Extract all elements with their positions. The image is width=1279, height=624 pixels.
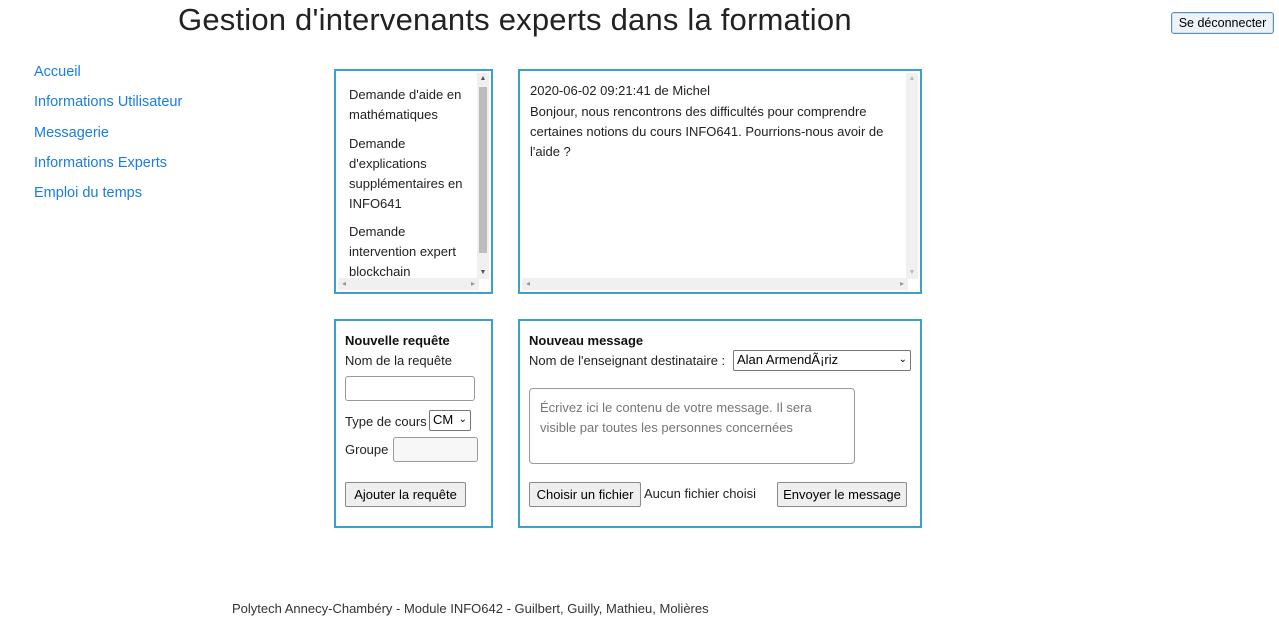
add-request-button[interactable]: Ajouter la requête [345,482,466,507]
nav-link-messagerie[interactable]: Messagerie [34,124,182,154]
message-view-panel: 2020-06-02 09:21:41 de Michel Bonjour, n… [518,69,922,294]
group-input[interactable] [393,437,478,462]
request-list-item[interactable]: Demande intervention expert blockchain [349,222,474,282]
course-type-value: CM [433,412,454,427]
scroll-right-icon[interactable]: ▸ [467,278,479,290]
course-type-label: Type de cours [345,414,427,429]
new-message-title: Nouveau message [529,333,644,348]
group-label: Groupe [345,442,389,457]
nav-link-informations-experts[interactable]: Informations Experts [34,154,182,184]
request-name-label: Nom de la requête [345,353,452,368]
file-status: Aucun fichier choisi [644,486,756,501]
vertical-scrollbar[interactable]: ▲ ▼ [906,73,918,279]
chevron-down-icon: ⌄ [458,414,467,425]
footer-text: Polytech Annecy-Chambéry - Module INFO64… [232,601,709,616]
nav-link-accueil[interactable]: Accueil [34,63,182,93]
message-textarea[interactable]: Écrivez ici le contenu de votre message.… [529,388,855,464]
new-message-form: Nouveau message Nom de l'enseignant dest… [518,319,922,528]
vertical-scrollbar[interactable]: ▲ ▼ [477,73,489,279]
scroll-left-icon[interactable]: ◂ [338,278,350,290]
logout-button[interactable]: Se déconnecter [1171,12,1274,34]
chevron-down-icon: ⌄ [898,354,907,365]
recipient-select[interactable]: Alan ArmendÃ¡riz ⌄ [733,350,911,371]
sidebar-nav: Accueil Informations Utilisateur Message… [34,63,182,214]
request-list-item[interactable]: Demande d'explications supplémentaires e… [349,134,474,214]
scroll-up-icon[interactable]: ▲ [477,73,489,85]
recipient-label: Nom de l'enseignant destinataire : [529,353,726,368]
nav-link-emploi-du-temps[interactable]: Emploi du temps [34,184,182,214]
scroll-left-icon[interactable]: ◂ [522,278,534,290]
request-list-item[interactable]: Demande d'aide en mathématiques [349,85,474,125]
choose-file-button[interactable]: Choisir un fichier [529,482,641,507]
request-list-panel: Demande d'aide en mathématiques Demande … [334,69,493,294]
page-title: Gestion d'intervenants experts dans la f… [178,2,852,37]
new-request-form: Nouvelle requête Nom de la requête Type … [334,319,493,528]
recipient-value: Alan ArmendÃ¡riz [737,352,839,367]
new-request-title: Nouvelle requête [345,333,450,348]
request-name-input[interactable] [345,376,475,401]
scroll-up-icon[interactable]: ▲ [906,73,918,85]
message-meta: 2020-06-02 09:21:41 de Michel [530,83,710,98]
horizontal-scrollbar[interactable]: ◂ ▸ [522,278,908,290]
course-type-select[interactable]: CM ⌄ [429,410,471,431]
send-message-button[interactable]: Envoyer le message [777,482,907,507]
scrollbar-thumb[interactable] [479,87,487,253]
nav-link-informations-utilisateur[interactable]: Informations Utilisateur [34,93,182,123]
horizontal-scrollbar[interactable]: ◂ ▸ [338,278,479,290]
message-body: Bonjour, nous rencontrons des difficulté… [530,104,884,159]
scroll-right-icon[interactable]: ▸ [896,278,908,290]
